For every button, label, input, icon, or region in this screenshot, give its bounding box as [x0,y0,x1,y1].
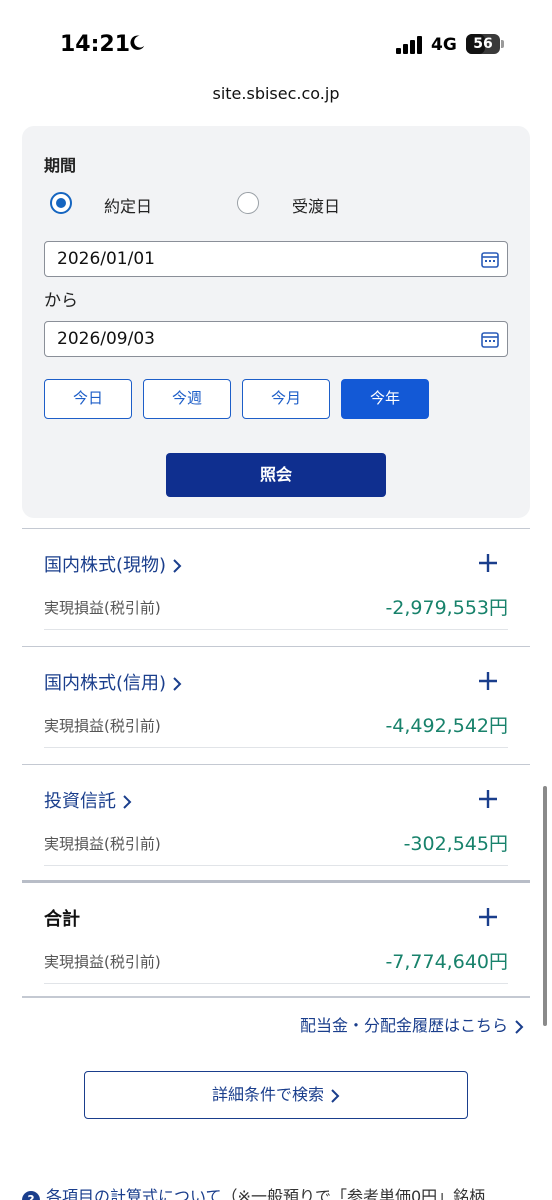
realized-pl-value: -302,545円 [403,833,508,855]
realized-pl-label: 実現損益(税引前) [44,717,161,735]
radio-trade-date[interactable] [50,192,72,214]
calculation-help-link[interactable]: 各項目の計算式について [46,1187,222,1200]
help-note: （※一般預りで「参考単価0円」銘柄 [221,1187,486,1200]
from-label: から [44,291,78,311]
chevron-right-icon [123,795,132,809]
section-total: 合計 実現損益(税引前) -7,774,640円 [22,880,530,998]
help-icon: ? [22,1191,40,1200]
to-date-input[interactable]: 2026/09/03 [44,321,508,357]
dividend-history-link[interactable]: 配当金・分配金履歴はこちら [300,1012,524,1036]
realized-pl-label: 実現損益(税引前) [44,835,161,853]
signal-icon [396,36,422,54]
plus-icon[interactable] [478,907,498,927]
to-date-value: 2026/09/03 [57,329,155,349]
divider [22,996,530,998]
period-label: 期間 [44,156,77,175]
plus-icon[interactable] [478,553,498,573]
from-date-input[interactable]: 2026/01/01 [44,241,508,277]
radio-trade-date-label: 約定日 [104,197,153,216]
battery-icon: 56 [466,34,504,54]
realized-pl-value: -4,492,542円 [385,715,508,737]
network-label: 4G [431,35,457,55]
section-title-link[interactable]: 国内株式(現物) [44,551,182,577]
battery-percent: 56 [473,36,493,52]
chevron-right-icon [331,1088,340,1103]
today-button[interactable]: 今日 [44,379,132,419]
help-row: ? 各項目の計算式について（※一般預りで「参考単価0円」銘柄 [22,1183,542,1200]
calendar-icon[interactable] [481,251,499,269]
plus-icon[interactable] [478,671,498,691]
section-investment-trust: 投資信託 実現損益(税引前) -302,545円 [22,764,530,882]
chevron-right-icon [173,559,182,573]
this-month-button[interactable]: 今月 [242,379,330,419]
scrollbar[interactable] [543,786,547,1026]
status-time: 14:21 [60,32,131,57]
url-bar[interactable]: site.sbisec.co.jp [0,84,552,103]
section-domestic-stock-cash: 国内株式(現物) 実現損益(税引前) -2,979,553円 [22,528,530,646]
detail-search-button[interactable]: 詳細条件で検索 [84,1071,468,1119]
plus-icon[interactable] [478,789,498,809]
this-year-button[interactable]: 今年 [341,379,429,419]
inquiry-button[interactable]: 照会 [166,453,386,497]
section-title-total: 合計 [44,909,80,930]
from-date-value: 2026/01/01 [57,249,155,269]
section-domestic-stock-margin: 国内株式(信用) 実現損益(税引前) -4,492,542円 [22,646,530,764]
moon-icon [130,35,145,50]
this-week-button[interactable]: 今週 [143,379,231,419]
realized-pl-value: -2,979,553円 [385,597,508,619]
status-bar: 14:21 4G 56 [0,0,552,80]
section-title-link[interactable]: 投資信託 [44,787,132,813]
calendar-icon[interactable] [481,331,499,349]
search-panel: 期間 約定日 受渡日 2026/01/01 から 2026/09/03 今日 今… [22,126,530,518]
realized-pl-label: 実現損益(税引前) [44,953,161,971]
chevron-right-icon [515,1019,524,1034]
radio-delivery-date[interactable] [237,192,259,214]
section-title-link[interactable]: 国内株式(信用) [44,669,182,695]
realized-pl-label: 実現損益(税引前) [44,599,161,617]
realized-pl-value: -7,774,640円 [385,951,508,973]
chevron-right-icon [173,677,182,691]
radio-delivery-date-label: 受渡日 [292,197,341,216]
